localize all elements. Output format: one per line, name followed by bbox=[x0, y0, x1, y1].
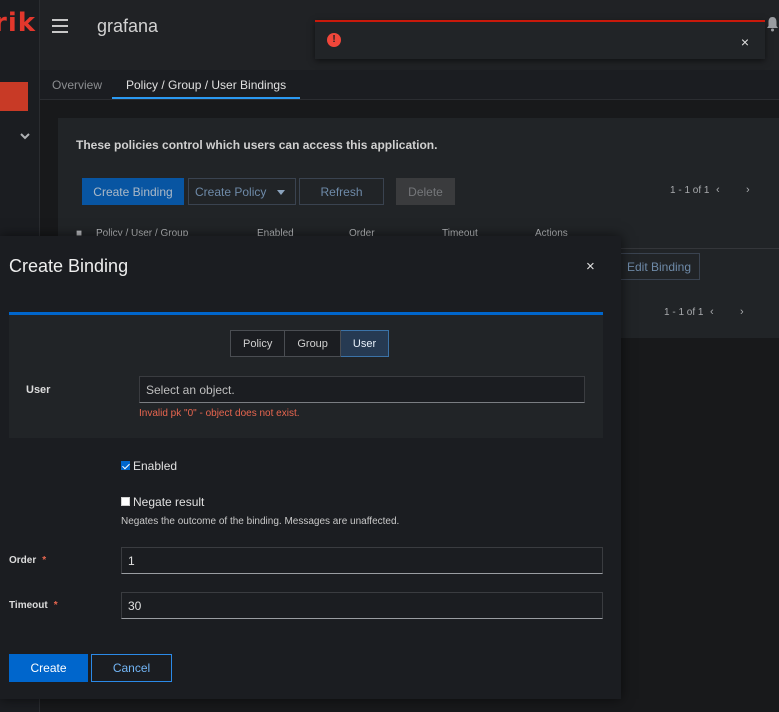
toggle-user[interactable]: User bbox=[340, 330, 390, 357]
create-policy-label: Create Policy bbox=[195, 184, 267, 199]
timeout-label-text: Timeout bbox=[9, 600, 48, 611]
error-toast: ! × bbox=[315, 20, 765, 59]
exclamation-circle-icon: ! bbox=[327, 33, 341, 47]
brand-logo: rik bbox=[0, 8, 37, 38]
modal-title: Create Binding bbox=[9, 256, 129, 276]
required-mark: * bbox=[53, 600, 58, 611]
active-tab-indicator bbox=[112, 97, 300, 99]
pagination-next-icon[interactable]: › bbox=[740, 306, 744, 318]
cancel-button[interactable]: Cancel bbox=[91, 654, 172, 682]
create-button[interactable]: Create bbox=[9, 654, 88, 682]
close-icon[interactable]: × bbox=[586, 258, 595, 275]
hamburger-menu-icon[interactable] bbox=[52, 19, 68, 35]
tab-overview[interactable]: Overview bbox=[52, 78, 102, 92]
user-select[interactable]: Select an object. bbox=[139, 376, 585, 403]
order-input[interactable]: 1 bbox=[121, 547, 603, 574]
user-field-label: User bbox=[26, 384, 51, 396]
create-binding-button[interactable]: Create Binding bbox=[82, 178, 184, 205]
pagination-prev-icon[interactable]: ‹ bbox=[716, 184, 720, 196]
edit-binding-button[interactable]: Edit Binding bbox=[618, 253, 700, 280]
caret-down-icon bbox=[277, 190, 285, 195]
required-mark: * bbox=[42, 555, 47, 566]
page-title: grafana bbox=[97, 16, 159, 36]
negate-label[interactable]: Negate result bbox=[133, 495, 204, 509]
negate-help-text: Negates the outcome of the binding. Mess… bbox=[121, 516, 400, 527]
chevron-down-icon[interactable] bbox=[19, 130, 31, 142]
toggle-group[interactable]: Group bbox=[285, 330, 341, 357]
tab-bindings[interactable]: Policy / Group / User Bindings bbox=[126, 78, 286, 92]
timeout-input[interactable]: 30 bbox=[121, 592, 603, 619]
pagination-next-icon[interactable]: › bbox=[746, 184, 750, 196]
order-field-label: Order * bbox=[9, 555, 46, 566]
delete-button[interactable]: Delete bbox=[396, 178, 455, 205]
pagination-prev-icon[interactable]: ‹ bbox=[710, 306, 714, 318]
refresh-button[interactable]: Refresh bbox=[299, 178, 384, 205]
timeout-field-label: Timeout * bbox=[9, 600, 58, 611]
pagination-count: 1 - 1 of 1 bbox=[664, 307, 704, 318]
negate-checkbox[interactable] bbox=[121, 497, 130, 506]
sidebar-active-item[interactable] bbox=[0, 82, 28, 111]
create-binding-modal: Create Binding × Policy Group User User … bbox=[0, 236, 621, 699]
target-type-toggle-group: Policy Group User bbox=[230, 330, 390, 357]
pagination-count: 1 - 1 of 1 bbox=[670, 185, 710, 196]
target-selection-panel: Policy Group User User Select an object.… bbox=[9, 312, 603, 438]
toggle-policy[interactable]: Policy bbox=[230, 330, 286, 357]
enabled-checkbox[interactable] bbox=[121, 461, 130, 470]
bell-icon[interactable] bbox=[766, 16, 779, 32]
card-description: These policies control which users can a… bbox=[76, 138, 438, 152]
enabled-label[interactable]: Enabled bbox=[133, 459, 177, 473]
user-error-text: Invalid pk "0" - object does not exist. bbox=[139, 408, 300, 419]
order-label-text: Order bbox=[9, 555, 37, 566]
create-policy-dropdown[interactable]: Create Policy bbox=[188, 178, 296, 205]
toast-close-button[interactable]: × bbox=[741, 34, 749, 50]
tab-bar: Overview Policy / Group / User Bindings bbox=[40, 70, 779, 100]
